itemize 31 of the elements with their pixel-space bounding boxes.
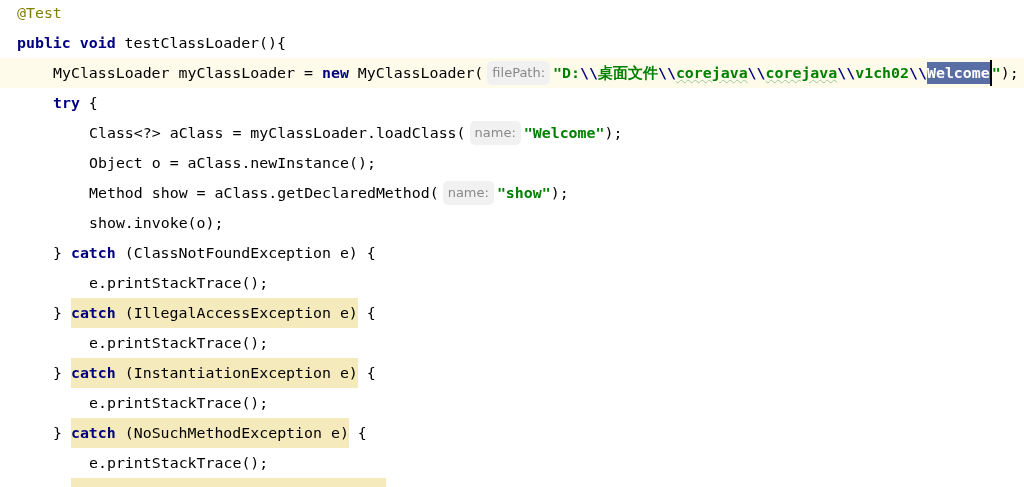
inlay-hint: name: [469, 121, 521, 145]
code-text: "); [991, 63, 1019, 84]
code-text: e.printStackTrace(); [89, 273, 269, 294]
highlighted-code: catch (NoSuchMethodException e) [70, 418, 349, 448]
inlay-hint: filePath: [487, 61, 551, 85]
code-text: e.printStackTrace(); [89, 333, 269, 354]
selected-text: Welcome [926, 62, 990, 84]
code-text: "Welcome"); [523, 123, 623, 144]
code-text: show.invoke(o); [89, 213, 224, 234]
code-text: } catch (ClassNotFoundException e) { [53, 243, 376, 264]
code-text: { [365, 363, 376, 384]
code-text: Class<?> aClass = myClassLoader.loadClass( [89, 123, 466, 144]
code-text: @Test [17, 3, 62, 24]
code-text: } [53, 303, 63, 324]
highlighted-code: catch (InstantiationException e) [70, 358, 358, 388]
code-text: public void testClassLoader(){ [17, 33, 286, 54]
code-text: } [53, 363, 63, 384]
highlighted-code: catch (IllegalAccessException e) [70, 298, 358, 328]
code-text: "show"); [496, 183, 569, 204]
code-text: "D:\\桌面文件\\corejava\\corejava\\v1ch02\\ [553, 63, 927, 84]
code-text: { [356, 423, 367, 444]
code-text: e.printStackTrace(); [89, 453, 269, 474]
code-text: e.printStackTrace(); [89, 393, 269, 414]
code-text: Method show = aClass.getDeclaredMethod( [89, 183, 439, 204]
code-text: try { [53, 93, 98, 114]
text-cursor [989, 60, 992, 86]
code-text: MyClassLoader myClassLoader = new MyClassLoader( [53, 63, 484, 84]
code-text: Object o = aClass.newInstance(); [89, 153, 376, 174]
inlay-hint: name: [442, 181, 494, 205]
code-text: } [53, 423, 63, 444]
code-text: { [365, 303, 376, 324]
